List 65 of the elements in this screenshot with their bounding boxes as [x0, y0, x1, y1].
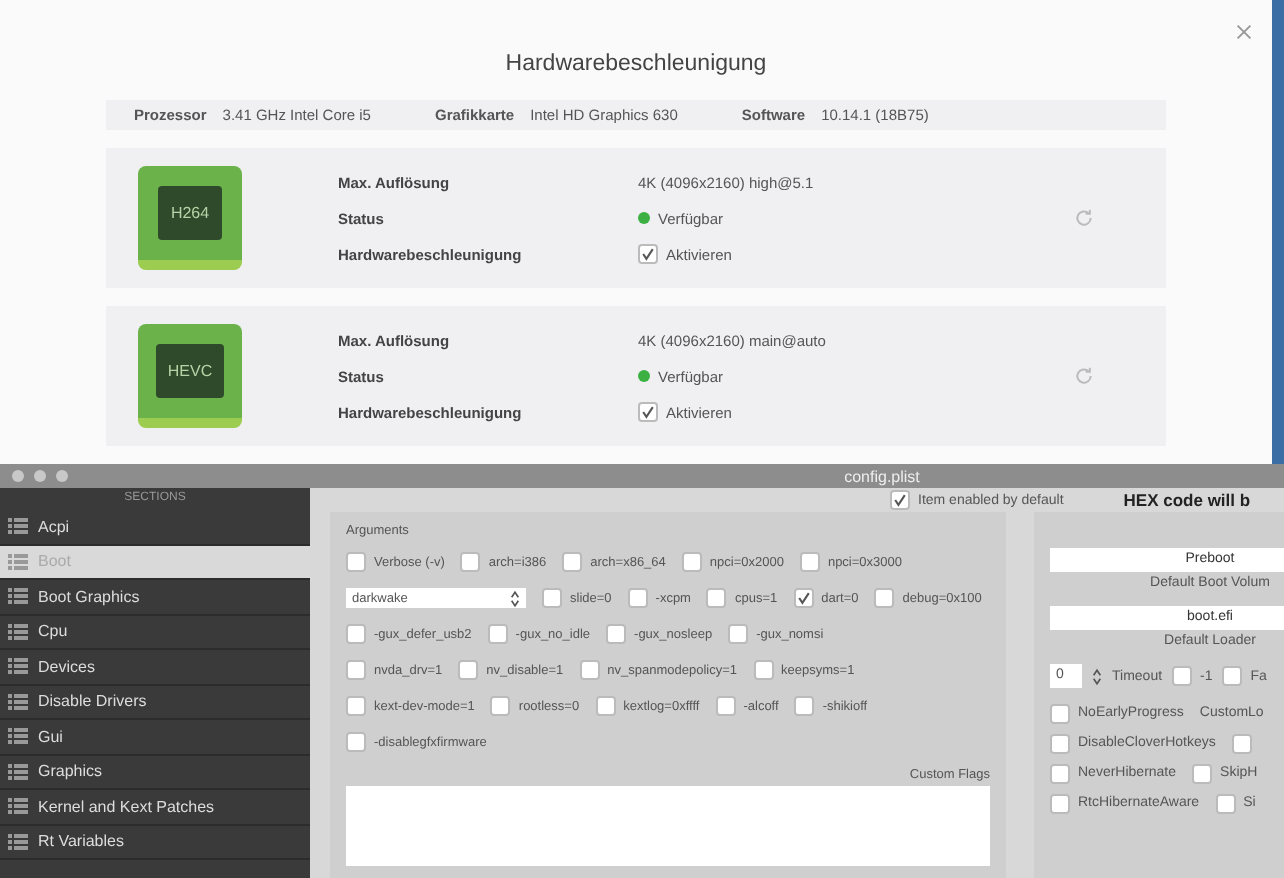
sidebar-item[interactable]: Gui	[0, 720, 310, 755]
checkbox[interactable]	[579, 660, 600, 680]
hex-note: HEX code will b	[1123, 490, 1251, 510]
checkbox[interactable]	[1231, 733, 1252, 753]
chip-label: HEVC	[155, 344, 225, 398]
sidebar-item[interactable]: Boot Graphics	[0, 580, 310, 615]
checkbox[interactable]	[1222, 666, 1243, 686]
sidebar-item[interactable]: Kernel and Kext Patches	[0, 790, 310, 825]
checkbox[interactable]	[346, 552, 366, 572]
checkbox[interactable]	[346, 696, 366, 716]
checkbox[interactable]	[1050, 733, 1070, 753]
checkbox[interactable]	[715, 696, 736, 716]
checkbox[interactable]	[793, 588, 814, 608]
checkbox[interactable]	[1192, 763, 1213, 783]
checkbox[interactable]	[595, 696, 616, 716]
window-title: Hardwarebeschleunigung	[505, 52, 767, 76]
list-icon	[8, 693, 28, 710]
list-icon	[8, 728, 28, 745]
refresh-icon[interactable]	[1074, 366, 1094, 386]
checkbox[interactable]	[1050, 703, 1070, 723]
checkbox[interactable]	[542, 588, 562, 608]
checkbox[interactable]	[874, 588, 895, 608]
list-icon	[8, 588, 28, 605]
list-icon	[8, 518, 28, 535]
checkbox[interactable]	[1050, 763, 1070, 783]
checkbox[interactable]	[799, 552, 820, 572]
checkbox[interactable]	[460, 552, 481, 572]
checkbox[interactable]	[728, 624, 749, 644]
list-icon	[8, 553, 28, 570]
refresh-icon[interactable]	[1074, 208, 1094, 228]
checkbox[interactable]	[346, 624, 366, 644]
list-icon	[8, 763, 28, 780]
checkbox[interactable]	[1215, 793, 1236, 813]
checkbox[interactable]	[562, 552, 583, 572]
list-icon	[8, 798, 28, 815]
checkbox[interactable]	[638, 244, 658, 264]
sidebar-item[interactable]: Rt Variables	[0, 825, 310, 860]
custom-flags-field[interactable]	[346, 786, 990, 866]
checkbox[interactable]	[753, 660, 774, 680]
sidebar-item[interactable]: Cpu	[0, 615, 310, 650]
checkbox[interactable]	[1050, 793, 1070, 813]
checkbox[interactable]	[794, 696, 815, 716]
sidebar-item[interactable]: Devices	[0, 650, 310, 685]
list-icon	[8, 658, 28, 675]
checkbox[interactable]	[346, 732, 366, 752]
checkbox[interactable]	[627, 588, 648, 608]
chip-label: H264	[158, 186, 222, 240]
close-icon[interactable]	[1236, 24, 1252, 40]
window-title: config.plist	[844, 467, 920, 485]
list-icon	[8, 623, 28, 640]
checkbox[interactable]	[706, 588, 727, 608]
checkbox[interactable]	[1172, 666, 1193, 686]
checkbox[interactable]	[458, 660, 479, 680]
checkbox[interactable]	[487, 624, 508, 644]
sidebar-item[interactable]: Graphics	[0, 755, 310, 790]
checkbox[interactable]	[606, 624, 627, 644]
list-icon	[8, 833, 28, 850]
checkbox[interactable]	[346, 660, 366, 680]
sidebar-item[interactable]: Disable Drivers	[0, 685, 310, 720]
stepper-icon	[510, 589, 520, 607]
checkbox[interactable]	[490, 696, 511, 716]
checkbox[interactable]	[890, 490, 910, 510]
stepper-icon[interactable]	[1092, 667, 1102, 685]
checkbox[interactable]	[638, 402, 658, 422]
checkbox[interactable]	[681, 552, 702, 572]
